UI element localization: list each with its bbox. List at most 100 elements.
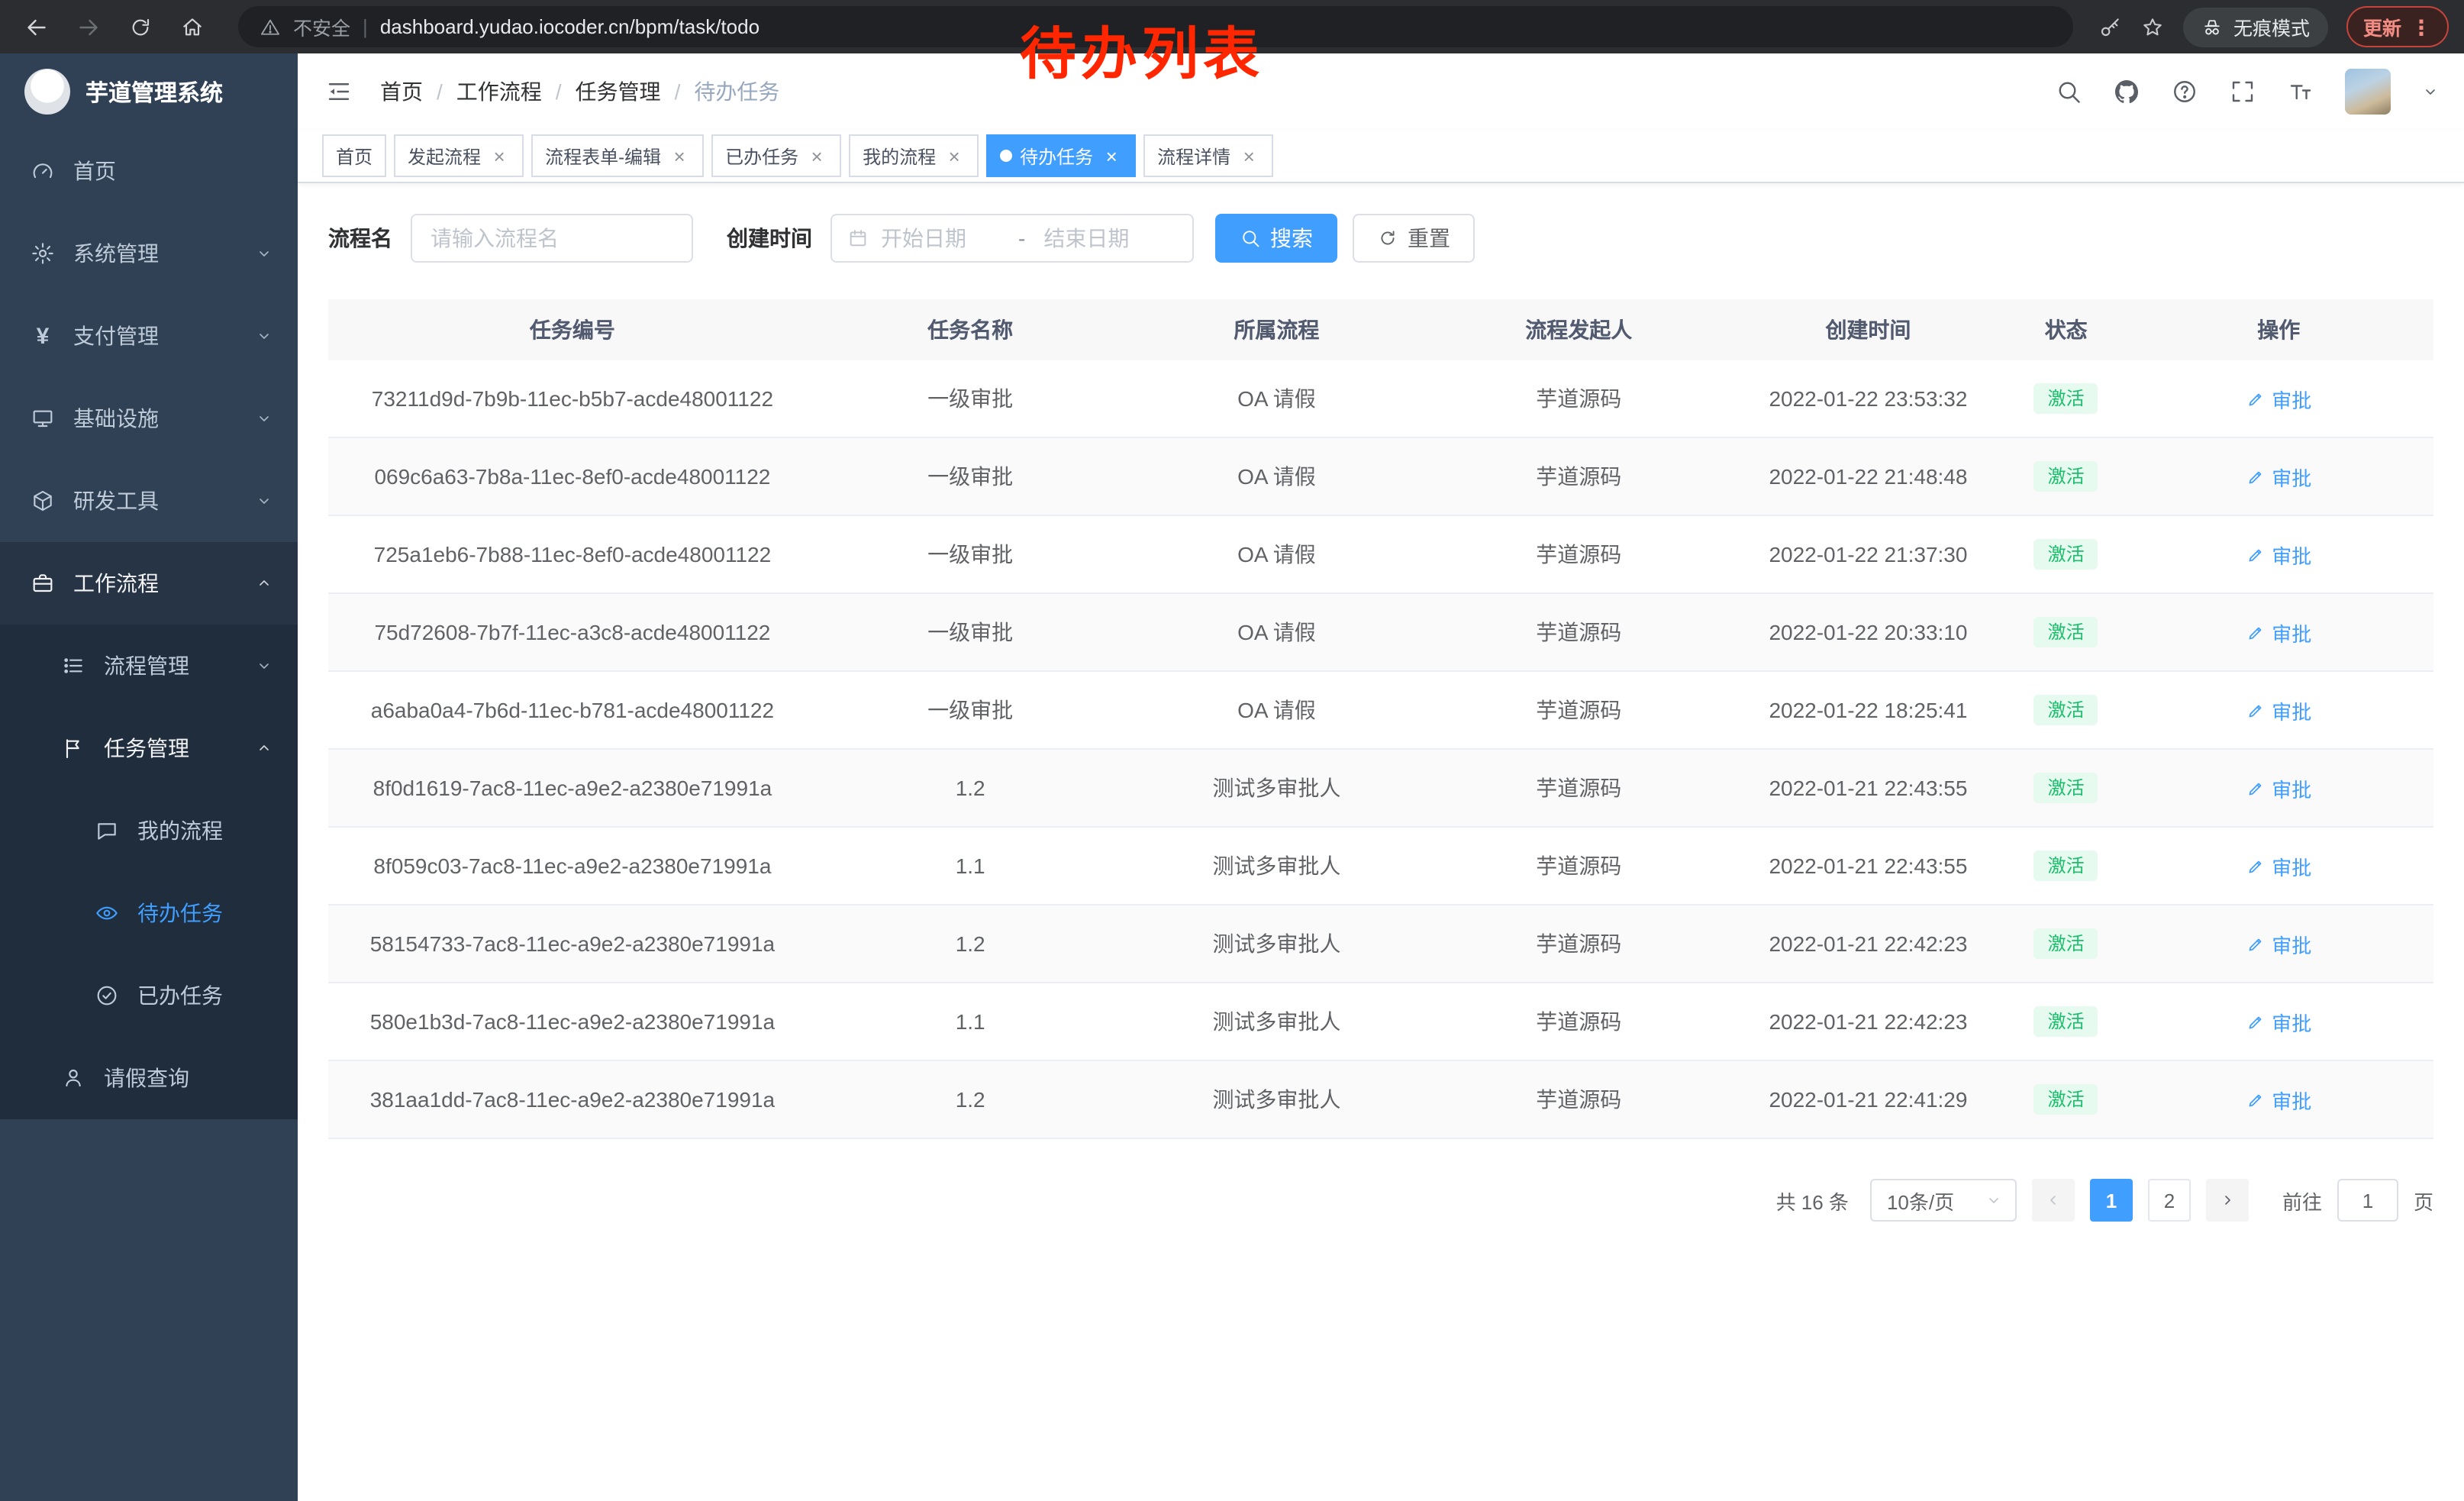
sidebar-item-todo-tasks[interactable]: 待办任务 bbox=[0, 872, 298, 954]
header-actions bbox=[2055, 69, 2440, 115]
approve-link[interactable]: 审批 bbox=[2246, 618, 2311, 647]
sidebar-item-payment[interactable]: ¥ 支付管理 bbox=[0, 295, 298, 377]
approve-link[interactable]: 审批 bbox=[2246, 1085, 2311, 1114]
table-row: a6aba0a4-7b6d-11ec-b781-acde48001122 一级审… bbox=[328, 671, 2433, 749]
browser-home-button[interactable] bbox=[171, 5, 214, 48]
breadcrumb-item-current: 待办任务 bbox=[694, 76, 779, 107]
date-range-picker[interactable]: - bbox=[830, 214, 1194, 263]
tag-home[interactable]: 首页 bbox=[322, 134, 386, 177]
col-create-time: 创建时间 bbox=[1728, 299, 2008, 360]
url-text: dashboard.yudao.iocoder.cn/bpm/task/todo bbox=[380, 15, 760, 38]
cell-task-id: a6aba0a4-7b6d-11ec-b781-acde48001122 bbox=[328, 671, 817, 749]
tag-process-form-edit[interactable]: 流程表单-编辑 × bbox=[531, 134, 704, 177]
approve-link-label: 审批 bbox=[2272, 1085, 2311, 1114]
pencil-icon bbox=[2246, 934, 2266, 954]
start-date-input[interactable] bbox=[878, 224, 1003, 252]
sidebar-item-label: 工作流程 bbox=[73, 568, 159, 599]
end-date-input[interactable] bbox=[1040, 224, 1166, 252]
sidebar-item-task-management[interactable]: 任务管理 bbox=[0, 707, 298, 789]
sidebar-item-leave-query[interactable]: 请假查询 bbox=[0, 1037, 298, 1119]
close-icon[interactable]: × bbox=[1238, 145, 1259, 166]
approve-link-label: 审批 bbox=[2272, 929, 2311, 958]
cell-process: 测试多审批人 bbox=[1124, 1060, 1430, 1138]
sidebar-item-home[interactable]: 首页 bbox=[0, 130, 298, 212]
breadcrumb-item[interactable]: 首页 bbox=[380, 76, 423, 107]
breadcrumb-item[interactable]: 工作流程 bbox=[456, 76, 542, 107]
cell-actions: 审批 bbox=[2124, 749, 2433, 827]
help-icon[interactable] bbox=[2171, 78, 2198, 105]
page-size-select[interactable]: 10条/页 bbox=[1870, 1179, 2017, 1222]
close-icon[interactable]: × bbox=[1101, 145, 1122, 166]
chevron-up-icon bbox=[255, 574, 273, 592]
approve-link[interactable]: 审批 bbox=[2246, 696, 2311, 725]
key-icon[interactable] bbox=[2098, 15, 2122, 39]
approve-link[interactable]: 审批 bbox=[2246, 384, 2311, 413]
tag-process-detail[interactable]: 流程详情 × bbox=[1143, 134, 1273, 177]
search-button[interactable]: 搜索 bbox=[1215, 214, 1337, 263]
user-avatar[interactable] bbox=[2345, 69, 2391, 115]
tag-todo-tasks[interactable]: 待办任务 × bbox=[986, 134, 1136, 177]
reset-button[interactable]: 重置 bbox=[1353, 214, 1475, 263]
status-badge: 激活 bbox=[2034, 539, 2098, 570]
sidebar-item-label: 研发工具 bbox=[73, 486, 159, 516]
approve-link[interactable]: 审批 bbox=[2246, 773, 2311, 802]
close-icon[interactable]: × bbox=[806, 145, 827, 166]
person-icon bbox=[61, 1066, 85, 1090]
sidebar-item-system[interactable]: 系统管理 bbox=[0, 212, 298, 295]
cell-status: 激活 bbox=[2008, 360, 2124, 437]
approve-link[interactable]: 审批 bbox=[2246, 540, 2311, 569]
prev-page-button[interactable] bbox=[2032, 1179, 2075, 1222]
cell-create-time: 2022-01-22 21:37:30 bbox=[1728, 515, 2008, 593]
process-name-input[interactable] bbox=[411, 214, 693, 263]
approve-link[interactable]: 审批 bbox=[2246, 462, 2311, 491]
sidebar: 芋道管理系统 首页 系统管理 ¥ 支付管理 基础设施 bbox=[0, 53, 298, 1501]
list-icon bbox=[61, 654, 85, 678]
bookmark-star-icon[interactable] bbox=[2140, 15, 2165, 39]
browser-update-menu-button[interactable]: 更新 ⋮ bbox=[2346, 6, 2449, 47]
sidebar-logo[interactable]: 芋道管理系统 bbox=[0, 53, 298, 130]
cell-starter: 芋道源码 bbox=[1429, 515, 1728, 593]
pencil-icon bbox=[2246, 1012, 2266, 1031]
close-icon[interactable]: × bbox=[943, 145, 965, 166]
cell-starter: 芋道源码 bbox=[1429, 671, 1728, 749]
status-badge: 激活 bbox=[2034, 851, 2098, 881]
approve-link-label: 审批 bbox=[2272, 540, 2311, 569]
sidebar-item-devtools[interactable]: 研发工具 bbox=[0, 460, 298, 542]
close-icon[interactable]: × bbox=[669, 145, 690, 166]
browser-forward-button[interactable] bbox=[67, 5, 110, 48]
browser-reload-button[interactable] bbox=[119, 5, 162, 48]
tag-done-tasks[interactable]: 已办任务 × bbox=[711, 134, 841, 177]
avatar-caret-icon[interactable] bbox=[2421, 82, 2440, 101]
sidebar-item-infrastructure[interactable]: 基础设施 bbox=[0, 377, 298, 460]
approve-link[interactable]: 审批 bbox=[2246, 851, 2311, 880]
chevron-down-icon bbox=[255, 492, 273, 510]
github-icon[interactable] bbox=[2113, 78, 2140, 105]
sidebar-item-workflow[interactable]: 工作流程 bbox=[0, 542, 298, 625]
col-status: 状态 bbox=[2008, 299, 2124, 360]
tags-view-bar: 首页 发起流程 × 流程表单-编辑 × 已办任务 × bbox=[298, 130, 2464, 183]
tag-my-processes[interactable]: 我的流程 × bbox=[849, 134, 979, 177]
sidebar-item-my-processes[interactable]: 我的流程 bbox=[0, 789, 298, 872]
sidebar-collapse-button[interactable] bbox=[325, 78, 353, 105]
font-size-icon[interactable] bbox=[2287, 78, 2314, 105]
search-icon[interactable] bbox=[2055, 78, 2082, 105]
goto-page-input[interactable] bbox=[2337, 1179, 2398, 1222]
tag-start-process[interactable]: 发起流程 × bbox=[394, 134, 524, 177]
browser-back-button[interactable] bbox=[15, 5, 58, 48]
todo-table: 任务编号 任务名称 所属流程 流程发起人 创建时间 状态 操作 bbox=[328, 299, 2433, 1139]
sidebar-item-process-management[interactable]: 流程管理 bbox=[0, 625, 298, 707]
breadcrumb-item[interactable]: 任务管理 bbox=[576, 76, 661, 107]
approve-link[interactable]: 审批 bbox=[2246, 1007, 2311, 1036]
approve-link[interactable]: 审批 bbox=[2246, 929, 2311, 958]
fullscreen-icon[interactable] bbox=[2229, 78, 2256, 105]
sidebar-item-done-tasks[interactable]: 已办任务 bbox=[0, 954, 298, 1037]
next-page-button[interactable] bbox=[2206, 1179, 2249, 1222]
cell-task-name: 1.2 bbox=[817, 905, 1124, 983]
close-icon[interactable]: × bbox=[489, 145, 510, 166]
page-button-1[interactable]: 1 bbox=[2090, 1179, 2133, 1222]
cell-actions: 审批 bbox=[2124, 827, 2433, 905]
table-row: 8f0d1619-7ac8-11ec-a9e2-a2380e71991a 1.2… bbox=[328, 749, 2433, 827]
page-button-2[interactable]: 2 bbox=[2148, 1179, 2191, 1222]
cell-status: 激活 bbox=[2008, 437, 2124, 515]
incognito-badge: 无痕模式 bbox=[2183, 7, 2328, 47]
